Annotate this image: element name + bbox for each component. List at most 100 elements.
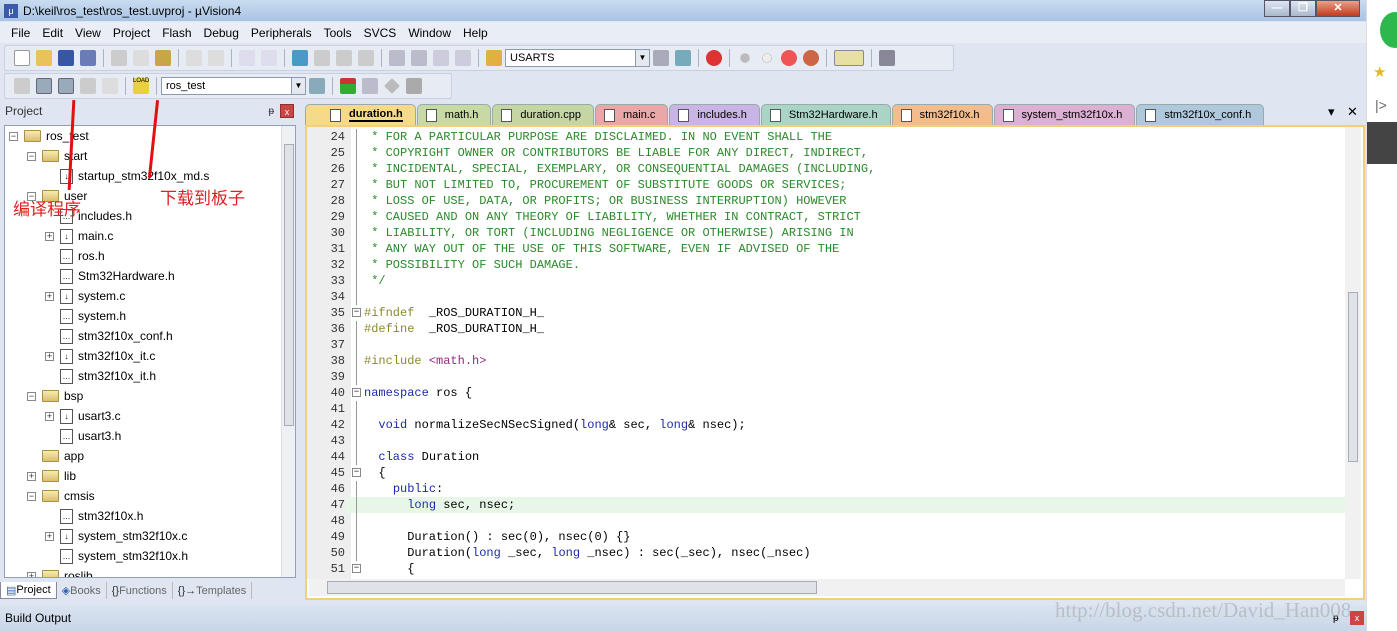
- tree-item[interactable]: − start: [27, 146, 87, 166]
- expand-icon[interactable]: |>: [1375, 97, 1387, 113]
- menu-peripherals[interactable]: Peripherals: [245, 26, 318, 40]
- tree-item[interactable]: + ↓ system_stm32f10x.c: [45, 526, 187, 546]
- stop-build-icon[interactable]: [102, 78, 118, 94]
- batch-build-icon[interactable]: [80, 78, 96, 94]
- components-icon[interactable]: [340, 78, 356, 94]
- tree-item[interactable]: … Stm32Hardware.h: [45, 266, 175, 286]
- editor-tab[interactable]: includes.h: [669, 104, 760, 125]
- tree-item[interactable]: app: [27, 446, 84, 466]
- find-in-files-icon[interactable]: [486, 50, 502, 66]
- close-panel-icon[interactable]: x: [1350, 611, 1364, 625]
- minimize-button[interactable]: —: [1264, 0, 1290, 17]
- close-button[interactable]: ✕: [1316, 0, 1360, 17]
- prev-bookmark-icon[interactable]: [314, 50, 330, 66]
- tree-item[interactable]: … stm32f10x_conf.h: [45, 326, 173, 346]
- maximize-button[interactable]: ❐: [1290, 0, 1316, 17]
- collapse-icon[interactable]: −: [27, 391, 36, 401]
- next-bookmark-icon[interactable]: [336, 50, 352, 66]
- tree-item[interactable]: … system_stm32f10x.h: [45, 546, 188, 566]
- tree-item[interactable]: … ros.h: [45, 246, 105, 266]
- disable-breakpoint-icon[interactable]: [762, 53, 772, 63]
- manage-packs-icon[interactable]: [384, 78, 400, 94]
- redo-icon[interactable]: [208, 50, 224, 66]
- fold-collapse-icon[interactable]: −: [352, 388, 361, 397]
- rebuild-icon[interactable]: [58, 78, 74, 94]
- fold-collapse-icon[interactable]: −: [352, 468, 361, 477]
- expand-icon[interactable]: +: [45, 291, 54, 301]
- tree-item[interactable]: … stm32f10x.h: [45, 506, 143, 526]
- code-area[interactable]: 24 * FOR A PARTICULAR PURPOSE ARE DISCLA…: [307, 129, 1347, 579]
- open-file-icon[interactable]: [36, 50, 52, 66]
- menu-svcs[interactable]: SVCS: [358, 26, 403, 40]
- tree-item[interactable]: + ↓ stm32f10x_it.c: [45, 346, 155, 366]
- cut-icon[interactable]: [111, 50, 127, 66]
- expand-icon[interactable]: +: [45, 231, 54, 241]
- menu-file[interactable]: File: [5, 26, 36, 40]
- nav-back-icon[interactable]: [239, 50, 255, 66]
- expand-icon[interactable]: +: [45, 531, 54, 541]
- translate-icon[interactable]: [14, 78, 30, 94]
- menu-tools[interactable]: Tools: [318, 26, 358, 40]
- editor-tab[interactable]: duration.h: [305, 104, 416, 125]
- code-editor[interactable]: 24 * FOR A PARTICULAR PURPOSE ARE DISCLA…: [305, 125, 1365, 600]
- fold-collapse-icon[interactable]: −: [352, 564, 361, 573]
- tree-item[interactable]: − bsp: [27, 386, 83, 406]
- collapse-icon[interactable]: −: [27, 491, 36, 501]
- close-tab-icon[interactable]: ✕: [1347, 104, 1358, 120]
- uncomment-icon[interactable]: [455, 50, 471, 66]
- tree-item[interactable]: − ros_test: [9, 126, 89, 146]
- chevron-down-icon[interactable]: ▼: [635, 50, 649, 66]
- breakpoint-icon[interactable]: [740, 53, 750, 63]
- tree-item[interactable]: + lib: [27, 466, 76, 486]
- incremental-find-icon[interactable]: [675, 50, 691, 66]
- menu-project[interactable]: Project: [107, 26, 156, 40]
- comment-icon[interactable]: [433, 50, 449, 66]
- menu-view[interactable]: View: [69, 26, 107, 40]
- tree-item[interactable]: + ↓ usart3.c: [45, 406, 121, 426]
- bookmark-icon[interactable]: [292, 50, 308, 66]
- file-extensions-icon[interactable]: [362, 78, 378, 94]
- kill-breakpoints-icon[interactable]: [803, 50, 819, 66]
- target-combo[interactable]: ros_test ▼: [161, 77, 306, 95]
- collapse-icon[interactable]: −: [9, 131, 18, 141]
- new-file-icon[interactable]: [14, 50, 30, 66]
- tree-item[interactable]: + roslib: [27, 566, 93, 577]
- editor-horizontal-scrollbar[interactable]: [309, 579, 1345, 596]
- tab-templates[interactable]: {}→ Templates: [173, 582, 253, 599]
- tree-item[interactable]: + ↓ system.c: [45, 286, 125, 306]
- fold-collapse-icon[interactable]: −: [352, 308, 361, 317]
- nav-forward-icon[interactable]: [261, 50, 277, 66]
- build-icon[interactable]: [36, 78, 52, 94]
- tree-item[interactable]: … system.h: [45, 306, 126, 326]
- load-download-icon[interactable]: LOAD: [133, 78, 149, 94]
- tree-item[interactable]: − cmsis: [27, 486, 95, 506]
- menu-edit[interactable]: Edit: [36, 26, 69, 40]
- window-layout-icon[interactable]: [834, 50, 864, 66]
- editor-tab[interactable]: duration.cpp: [492, 104, 594, 125]
- tab-books[interactable]: ◈ Books: [57, 582, 107, 599]
- expand-icon[interactable]: +: [27, 471, 36, 481]
- pin-icon[interactable]: ᵽ: [268, 106, 274, 117]
- tree-scrollbar[interactable]: [281, 126, 295, 577]
- indent-icon[interactable]: [389, 50, 405, 66]
- expand-icon[interactable]: +: [27, 571, 36, 577]
- configure-wrench-icon[interactable]: [879, 50, 895, 66]
- copy-icon[interactable]: [133, 50, 149, 66]
- editor-tab[interactable]: math.h: [416, 104, 492, 125]
- find-combo[interactable]: USARTS ▼: [505, 49, 650, 67]
- menu-debug[interactable]: Debug: [198, 26, 245, 40]
- target-options-icon[interactable]: [309, 78, 325, 94]
- editor-tab[interactable]: stm32f10x_conf.h: [1136, 104, 1265, 125]
- unindent-icon[interactable]: [411, 50, 427, 66]
- menu-flash[interactable]: Flash: [156, 26, 197, 40]
- editor-tab[interactable]: Stm32Hardware.h: [760, 104, 891, 125]
- expand-icon[interactable]: +: [45, 351, 54, 361]
- collapse-icon[interactable]: −: [27, 151, 36, 161]
- tab-project[interactable]: ▤ Project: [0, 582, 57, 599]
- favorite-star-icon[interactable]: ★: [1373, 63, 1386, 81]
- tree-item[interactable]: + ↓ main.c: [45, 226, 113, 246]
- disable-all-breakpoints-icon[interactable]: [781, 50, 797, 66]
- tab-functions[interactable]: {} Functions: [107, 582, 173, 599]
- menu-help[interactable]: Help: [457, 26, 494, 40]
- editor-tab[interactable]: main.c: [594, 104, 669, 125]
